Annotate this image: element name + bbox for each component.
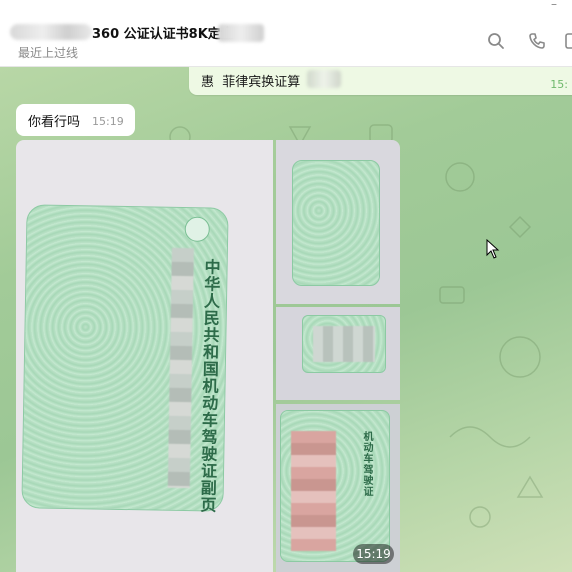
photo-license-vertical[interactable]	[276, 140, 400, 304]
redacted-pinned-part	[307, 70, 341, 88]
phone-call-icon[interactable]	[528, 32, 546, 50]
license-card: 中华人民共和国机动车驾驶证副页	[21, 204, 229, 514]
chat-title[interactable]: 360 公证认证书8K定金	[92, 23, 234, 42]
redacted-title-part	[218, 24, 264, 42]
search-icon[interactable]	[487, 32, 505, 50]
redacted-pixelated-area	[291, 431, 336, 551]
redacted-name	[10, 24, 92, 40]
license-card-front	[302, 315, 386, 373]
redacted-pixelated-area	[313, 326, 375, 362]
photo-driver-license-back[interactable]: 中华人民共和国机动车驾驶证副页	[16, 140, 273, 572]
pinned-icon: 惠	[201, 75, 215, 90]
redacted-pixelated-area	[167, 247, 194, 489]
license-small-title: 机动车驾驶证	[361, 431, 372, 497]
photo-license-front[interactable]	[276, 307, 400, 400]
license-card-held: 机动车驾驶证	[280, 410, 390, 562]
window-top-bar: –	[0, 0, 572, 14]
license-card-title: 中华人民共和国机动车驾驶证副页	[197, 258, 221, 514]
message-text: 你看行吗	[28, 115, 81, 130]
pinned-message[interactable]: 惠 菲律宾换证算 15:	[189, 67, 572, 95]
message-bubble[interactable]: 你看行吗 15:19	[16, 104, 135, 136]
chat-header: 360 公证认证书8K定金 最近上过线	[0, 14, 572, 67]
pinned-time: 15:	[550, 78, 568, 91]
side-panel-icon[interactable]	[564, 32, 572, 50]
pinned-text: 菲律宾换证算	[222, 75, 301, 90]
minimize-icon[interactable]: –	[548, 0, 560, 10]
chat-background: 惠 菲律宾换证算 15: 你看行吗 15:19 中华人民共和国机动车驾驶证副页 …	[0, 67, 572, 572]
pinned-message-text: 惠 菲律宾换证算	[201, 71, 300, 90]
chat-status: 最近上过线	[18, 46, 79, 60]
license-card-small	[292, 160, 380, 286]
mouse-cursor-icon	[486, 239, 500, 259]
background-doodle	[439, 162, 544, 528]
message-time: 15:19	[92, 115, 124, 128]
album-time: 15:19	[353, 544, 394, 564]
emblem-icon	[184, 216, 210, 242]
